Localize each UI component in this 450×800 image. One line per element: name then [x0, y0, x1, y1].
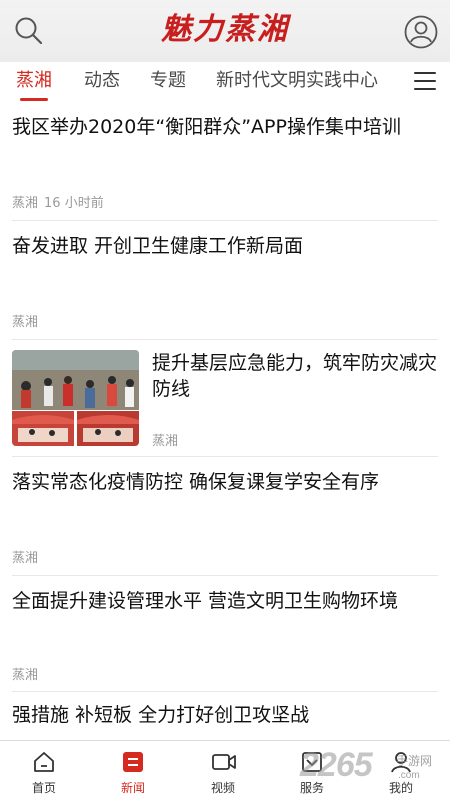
nav-home[interactable]: 首页 — [14, 749, 74, 797]
article-source: 蒸湘 — [152, 434, 179, 449]
article-source: 蒸湘 — [12, 196, 39, 211]
article-item[interactable]: 强措施 补短板 全力打好创卫攻坚战 — [12, 692, 438, 740]
nav-service[interactable]: 服务 — [282, 749, 342, 797]
nav-service-label: 服务 — [299, 781, 324, 795]
article-title: 我区举办2020年“衡阳群众”APP操作集中培训 — [12, 116, 401, 138]
article-title: 提升基层应急能力，筑牢防灾减灾防线 — [152, 352, 438, 400]
tab-zhengxiang[interactable]: 蒸湘 — [16, 68, 52, 101]
article-meta: 蒸湘 16 小时前 — [12, 192, 104, 211]
article-item[interactable]: 奋发进取 开创卫生健康工作新局面 蒸湘 — [12, 221, 438, 340]
article-source: 蒸湘 — [12, 315, 39, 330]
user-avatar-icon[interactable] — [404, 15, 438, 49]
tab-dynamics[interactable]: 动态 — [84, 68, 120, 98]
nav-profile[interactable]: 我的 — [371, 749, 431, 797]
home-icon — [34, 752, 54, 772]
article-title: 全面提升建设管理水平 营造文明卫生购物环境 — [12, 590, 399, 612]
app-logo: 魅力蒸湘 — [161, 12, 289, 47]
tab-topics[interactable]: 专题 — [150, 68, 186, 98]
bottom-navigation: 首页 新闻 视频 服务 我的 — [0, 740, 450, 800]
article-item[interactable]: 全面提升建设管理水平 营造文明卫生购物环境 蒸湘 — [12, 576, 438, 692]
nav-news[interactable]: 新闻 — [103, 749, 163, 797]
nav-profile-label: 我的 — [388, 781, 413, 795]
article-source: 蒸湘 — [12, 551, 39, 566]
article-item[interactable]: 我区举办2020年“衡阳群众”APP操作集中培训 蒸湘 16 小时前 — [12, 102, 438, 221]
search-icon[interactable] — [13, 15, 45, 47]
app-header: 魅力蒸湘 — [0, 0, 450, 62]
nav-video[interactable]: 视频 — [193, 749, 253, 797]
article-item-with-image[interactable]: 提升基层应急能力，筑牢防灾减灾防线 蒸湘 — [12, 340, 438, 457]
article-time: 16 小时前 — [44, 196, 104, 211]
nav-home-label: 首页 — [31, 781, 56, 795]
news-icon — [123, 752, 143, 772]
tab-civilization-center[interactable]: 新时代文明实践中心 — [216, 68, 378, 98]
article-title: 强措施 补短板 全力打好创卫攻坚战 — [12, 704, 310, 726]
profile-icon — [391, 752, 411, 773]
nav-news-label: 新闻 — [120, 781, 145, 795]
nav-video-label: 视频 — [210, 781, 235, 795]
article-title: 落实常态化疫情防控 确保复课复学安全有序 — [12, 471, 380, 493]
article-thumbnail — [12, 350, 139, 446]
service-icon — [302, 752, 322, 772]
category-tabs: 蒸湘 动态 专题 新时代文明实践中心 — [0, 62, 450, 102]
article-item[interactable]: 落实常态化疫情防控 确保复课复学安全有序 蒸湘 — [12, 457, 438, 576]
video-icon — [212, 754, 236, 770]
article-title: 奋发进取 开创卫生健康工作新局面 — [12, 235, 304, 257]
article-source: 蒸湘 — [12, 668, 39, 683]
menu-icon[interactable] — [414, 72, 436, 92]
